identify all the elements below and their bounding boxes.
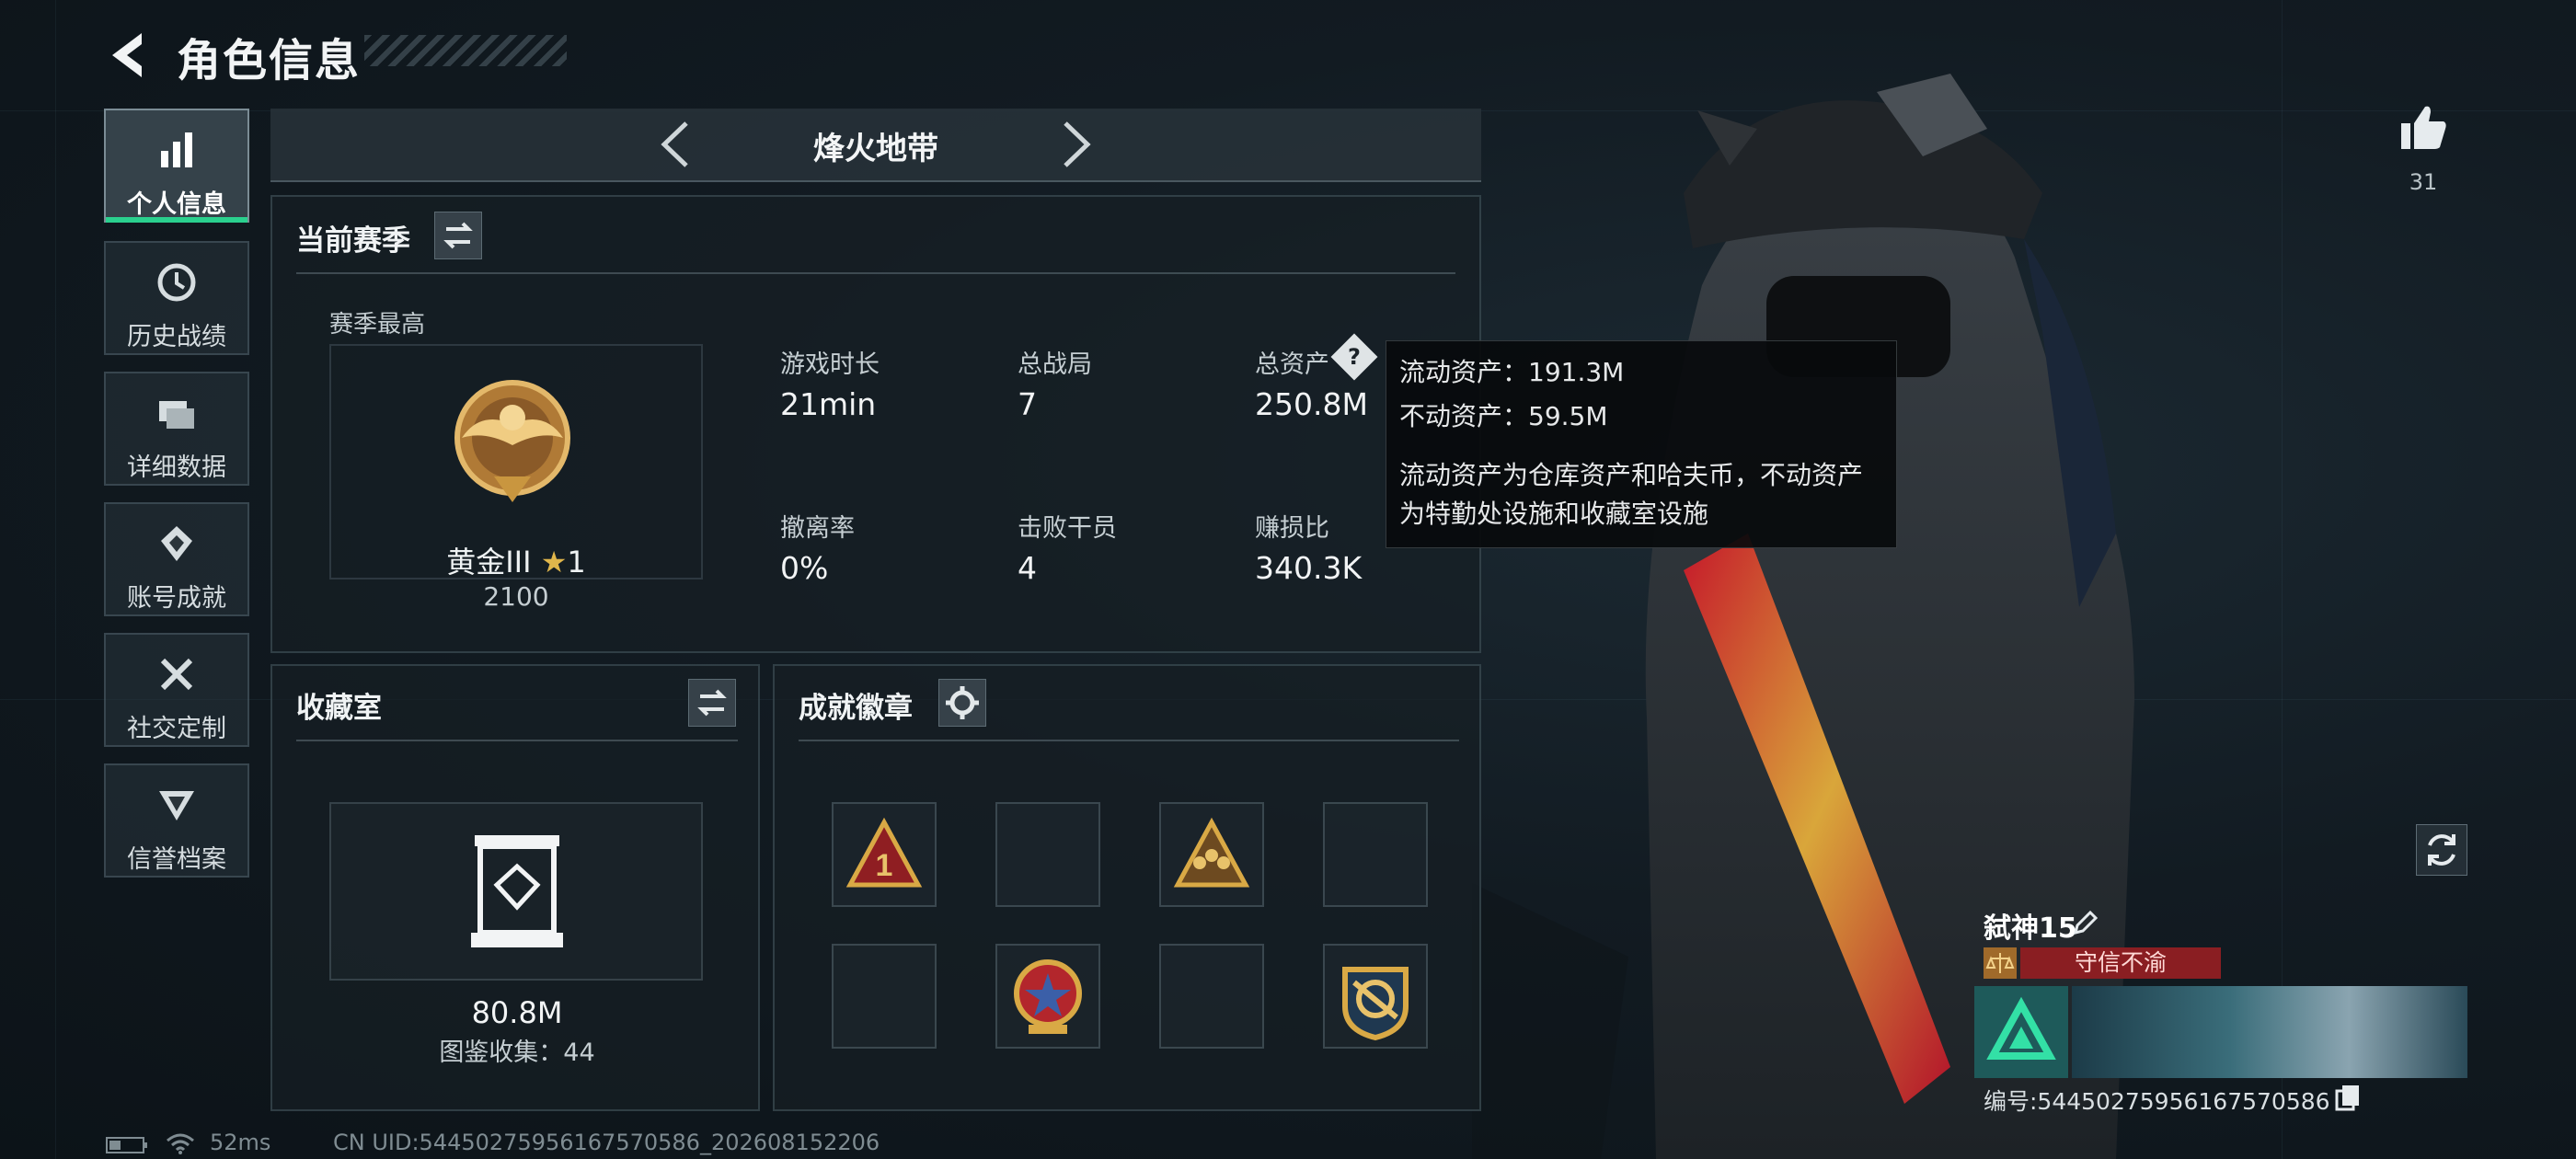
player-card-emblem[interactable] [1974,986,2068,1078]
collection-panel: 收藏室 80.8M 图鉴收集：44 [270,664,760,1111]
thumbs-up-icon[interactable] [2398,101,2449,153]
sidebar-item-achievements[interactable]: 账号成就 [104,502,249,616]
help-icon-glyph: ? [1348,344,1361,370]
sidebar-item-label: 个人信息 [127,190,226,219]
triangle-emblem-icon [1986,996,2056,1060]
battery-icon [106,1137,147,1153]
like-count: 31 [2409,169,2438,195]
player-id: 编号:5445027595616757058​6 [1984,1088,2330,1115]
stat-value-extraction-rate: 0% [780,550,829,586]
ping-readout: 52ms [210,1130,271,1155]
achievement-badges-panel: 成就徽章 1 [773,664,1481,1111]
history-clock-icon [157,263,196,302]
stat-value-profit-ratio: 340.3K [1255,550,1363,586]
sidebar-item-credit[interactable]: 信誉档案 [104,763,249,878]
title-decoration [364,35,567,66]
stat-label-play-time: 游戏时长 [780,350,880,379]
badge-slot-3[interactable] [1159,802,1264,907]
stat-label-total-matches: 总战局 [1018,350,1092,379]
swap-icon [697,689,727,717]
badge-triangle-1-icon: 1 [845,817,923,888]
mode-title: 烽火地带 [813,131,938,167]
badges-settings-button[interactable] [938,679,986,727]
tooltip-desc-line1: 流动资产为仓库资产和哈夫币，不动资产 [1399,460,1864,490]
badge-slot-4[interactable] [1323,802,1428,907]
sidebar-item-history[interactable]: 历史战绩 [104,241,249,355]
badge-star-shield-icon [1014,959,1082,1034]
current-season-panel: 当前赛季 赛季最高 黄金III ★1 2100 游戏时长 21min 总战局 7… [270,195,1481,653]
season-best-label: 赛季最高 [329,311,426,339]
badge-slot-8[interactable] [1323,944,1428,1049]
tools-icon [160,658,193,691]
tooltip-liquid-assets: 流动资产：191.3M [1399,357,1625,387]
achievement-icon [161,526,192,561]
svg-text:1: 1 [876,848,893,883]
badge-slot-2[interactable] [995,802,1100,907]
chevron-right-icon[interactable] [1058,120,1095,169]
edit-pencil-icon[interactable] [2070,907,2101,938]
sidebar-item-label: 历史战绩 [127,323,226,351]
wifi-icon [167,1133,194,1154]
justice-scale-icon [1984,947,2017,979]
stat-value-total-matches: 7 [1018,386,1037,422]
collection-title: 收藏室 [296,692,382,725]
sidebar-item-label: 账号成就 [127,584,226,613]
sidebar-item-label: 详细数据 [127,453,226,482]
badge-slot-6[interactable] [995,944,1100,1049]
collection-subtitle: 图鉴收集：44 [439,1039,595,1067]
back-arrow-icon[interactable] [103,28,158,83]
copy-icon[interactable] [2335,1084,2361,1111]
gear-icon [946,686,979,719]
tooltip-desc-line2: 为特勤处设施和收藏室设施 [1399,499,1709,529]
refresh-icon [2428,834,2455,866]
tooltip-fixed-assets: 不动资产：59.5M [1399,401,1608,431]
stat-value-kills: 4 [1018,550,1037,586]
folders-icon [159,401,194,429]
player-card-banner[interactable] [2072,986,2467,1078]
gold-rank-emblem-icon [454,380,570,502]
rank-line: 黄金III ★1 [329,539,703,581]
refresh-button[interactable] [2416,824,2467,876]
player-name: 弑神15 [1984,912,2077,945]
badge-slot-7[interactable] [1159,944,1264,1049]
sidebar-item-personal-info[interactable]: 个人信息 [104,109,249,223]
stat-label-extraction-rate: 撤离率 [780,514,855,543]
sidebar-item-detailed-data[interactable]: 详细数据 [104,372,249,486]
credit-emblem-icon [159,791,194,820]
badges-title: 成就徽章 [799,692,913,725]
collection-switch-button[interactable] [688,679,736,727]
sidebar-item-label: 社交定制 [127,715,226,743]
uid-readout: CN UID:5445027595616757058​6_20260815220… [333,1130,880,1155]
stat-label-total-assets: 总资产 [1255,350,1329,379]
stat-value-total-assets: 250.8M [1255,386,1368,422]
rank-points: 2100 [483,581,549,612]
display-case-icon [471,835,563,947]
sidebar-item-social[interactable]: 社交定制 [104,633,249,747]
sidebar-item-label: 信誉档案 [127,845,226,874]
collection-value: 80.8M [471,995,563,1030]
badge-slot-5[interactable] [832,944,937,1049]
mode-selector: 烽火地带 [270,109,1481,182]
bar-chart-icon [161,132,192,167]
star-icon: ★ [540,545,568,580]
rank-stars: 1 [567,545,586,580]
asset-tooltip: 流动资产：191.3M 不动资产：59.5M 流动资产为仓库资产和哈夫币，不动资… [1386,340,1897,548]
stat-value-play-time: 21min [780,386,877,422]
stat-label-profit-ratio: 赚损比 [1255,514,1329,543]
badge-slot-1[interactable]: 1 [832,802,937,907]
page-title: 角色信息 [177,35,362,86]
swap-icon [443,222,473,249]
season-title: 当前赛季 [296,224,410,258]
season-switch-button[interactable] [434,212,482,259]
badge-squad-icon [1173,817,1250,888]
badge-gear-crest-icon [1342,967,1409,1041]
stat-label-kills: 击败干员 [1018,514,1117,543]
honor-title: 守信不渝 [2020,947,2221,979]
rank-name: 黄金III [446,545,532,580]
